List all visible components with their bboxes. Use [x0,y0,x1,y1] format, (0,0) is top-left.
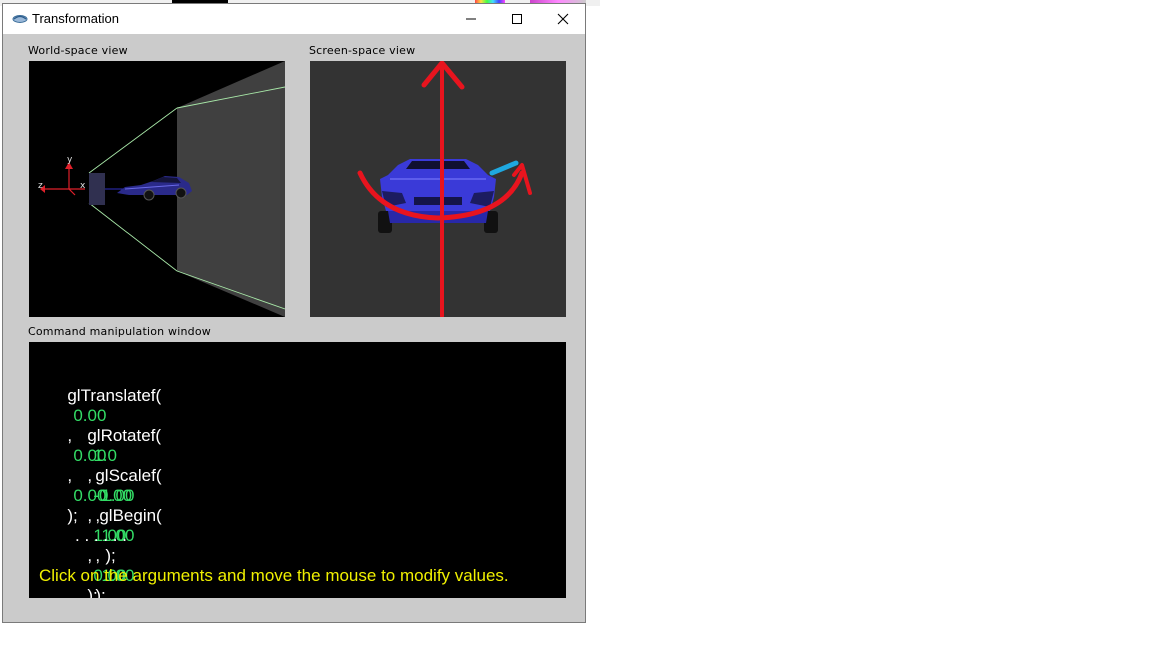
close-icon [557,13,569,25]
rotate-func-name: glRotatef( [87,426,162,445]
begin-args: . . . [103,526,127,545]
camera-box [89,173,105,205]
scale-func-name: glScalef( [95,466,162,485]
x-axis-label: x [80,181,86,191]
car-model-side [117,176,192,201]
minimize-button[interactable] [448,4,494,34]
screen-view-label: Screen-space view [309,44,416,57]
command-window-label: Command manipulation window [28,325,211,338]
frustum-far-plane [177,61,285,317]
frustum-edge [88,107,178,174]
scale-end: ); [95,586,106,598]
begin-func-name: glBegin( [99,506,162,525]
x-axis [68,188,76,196]
ellipsis-line: . . . [75,526,99,545]
command-manipulation-window: glTranslatef( 0.00 , 0.00 , 0.00 ); glRo… [29,342,566,598]
close-button[interactable] [540,4,586,34]
world-space-view[interactable]: y z x [29,61,285,317]
minimize-icon [466,18,476,20]
window-title: Transformation [32,11,119,26]
maximize-button[interactable] [494,4,540,34]
begin-end: ); [105,546,116,565]
cyan-marker [489,160,519,176]
frustum-edge [88,202,178,272]
maximize-icon [512,14,522,24]
translate-func-name: glTranslatef( [67,386,162,405]
instruction-hint: Click on the arguments and move the mous… [39,566,509,585]
y-axis-label: y [67,155,73,165]
title-bar[interactable]: Transformation [3,4,585,34]
screen-space-view[interactable] [310,61,566,317]
transformation-window: Transformation World-space view Screen-s… [2,3,586,623]
z-axis-label: z [38,181,43,191]
app-icon [12,15,28,23]
car-model-front [378,159,498,233]
world-view-label: World-space view [28,44,128,57]
